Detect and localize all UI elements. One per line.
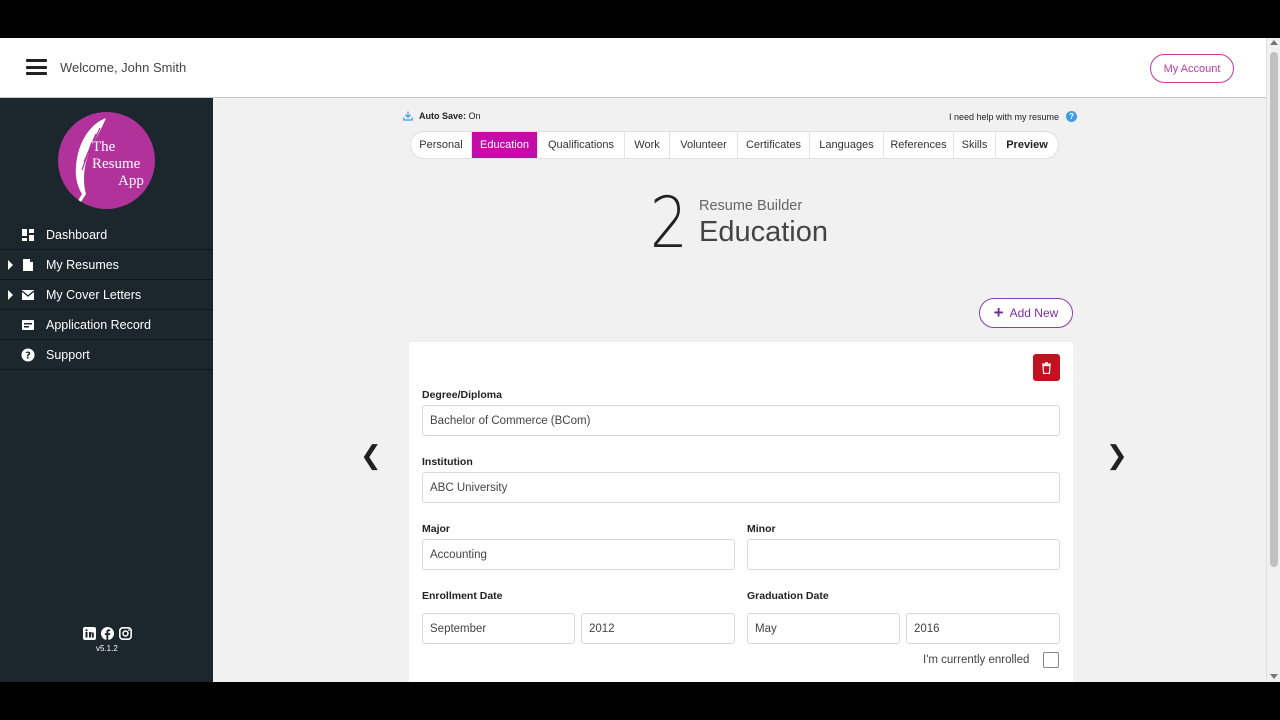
graduation-date-label: Graduation Date xyxy=(747,590,829,602)
add-new-button[interactable]: + Add New xyxy=(979,298,1073,328)
tab-volunteer[interactable]: Volunteer xyxy=(670,132,738,158)
tab-skills[interactable]: Skills xyxy=(954,132,996,158)
page-scrollbar[interactable] xyxy=(1266,38,1280,682)
linkedin-icon[interactable] xyxy=(83,627,96,640)
sidebar: The Resume App Dashboard My Resumes My C… xyxy=(0,98,213,682)
scroll-up-arrow-icon[interactable] xyxy=(1270,40,1278,45)
scroll-down-arrow-icon[interactable] xyxy=(1270,674,1278,679)
welcome-text: Welcome, John Smith xyxy=(60,60,187,75)
tab-certificates[interactable]: Certificates xyxy=(738,132,810,158)
tab-education[interactable]: Education xyxy=(472,132,538,158)
sidebar-item-application-record[interactable]: Application Record xyxy=(0,310,213,340)
plus-icon: + xyxy=(993,303,1004,322)
logo-wordmark: The Resume App xyxy=(92,139,144,189)
sidebar-nav: Dashboard My Resumes My Cover Letters Ap… xyxy=(0,220,213,370)
next-arrow-icon[interactable]: ❯ xyxy=(1106,440,1128,471)
header: Welcome, John Smith My Account xyxy=(0,38,1266,98)
sidebar-item-my-resumes[interactable]: My Resumes xyxy=(0,250,213,280)
autosave-status: Auto Save: On xyxy=(403,111,481,121)
sidebar-item-label: Application Record xyxy=(46,318,151,332)
major-input[interactable]: Accounting xyxy=(422,539,735,570)
enrollment-month-input[interactable]: September xyxy=(422,613,575,644)
sidebar-item-support[interactable]: ? Support xyxy=(0,340,213,370)
resume-app: Welcome, John Smith My Account The Resum… xyxy=(0,38,1280,682)
sidebar-item-dashboard[interactable]: Dashboard xyxy=(0,220,213,250)
delete-button[interactable] xyxy=(1033,354,1060,381)
page-title: Education xyxy=(699,216,828,248)
minor-input[interactable] xyxy=(747,539,1060,570)
document-icon xyxy=(23,259,33,271)
tab-personal[interactable]: Personal xyxy=(411,132,472,158)
facebook-icon[interactable] xyxy=(101,627,114,640)
autosave-label: Auto Save: xyxy=(419,111,467,121)
download-icon xyxy=(403,111,413,121)
help-link[interactable]: I need help with my resume ? xyxy=(949,111,1078,122)
social-links xyxy=(83,627,132,640)
degree-input[interactable]: Bachelor of Commerce (BCom) xyxy=(422,405,1060,436)
add-new-label: Add New xyxy=(1009,306,1059,320)
enrollment-year-input[interactable]: 2012 xyxy=(581,613,735,644)
step-number: 2 xyxy=(650,182,688,264)
my-account-button[interactable]: My Account xyxy=(1150,54,1234,83)
tab-references[interactable]: References xyxy=(884,132,954,158)
instagram-icon[interactable] xyxy=(119,627,132,640)
currently-enrolled-label: I'm currently enrolled xyxy=(923,654,1030,666)
sidebar-item-my-cover-letters[interactable]: My Cover Letters xyxy=(0,280,213,310)
sidebar-item-label: My Resumes xyxy=(46,258,119,272)
enrollment-date-label: Enrollment Date xyxy=(422,590,503,602)
envelope-icon xyxy=(21,290,35,300)
grid-icon xyxy=(22,229,34,241)
hamburger-menu-icon[interactable] xyxy=(26,59,47,75)
institution-label: Institution xyxy=(422,456,473,468)
caret-right-icon[interactable] xyxy=(8,290,13,300)
sidebar-item-label: My Cover Letters xyxy=(46,288,142,302)
question-icon: ? xyxy=(21,348,35,362)
tab-work[interactable]: Work xyxy=(625,132,670,158)
sidebar-item-label: Support xyxy=(46,348,90,362)
trash-icon xyxy=(1042,361,1051,374)
institution-input[interactable]: ABC University xyxy=(422,472,1060,503)
scroll-thumb[interactable] xyxy=(1270,52,1278,567)
sidebar-item-label: Dashboard xyxy=(46,228,108,242)
app-version: v5.1.2 xyxy=(96,644,118,653)
question-icon[interactable]: ? xyxy=(1066,111,1078,122)
svg-text:?: ? xyxy=(25,351,31,362)
resume-section-tabs: Personal Education Qualifications Work V… xyxy=(410,131,1059,159)
tab-qualifications[interactable]: Qualifications xyxy=(538,132,625,158)
step-subtitle: Resume Builder xyxy=(699,198,803,214)
graduation-year-input[interactable]: 2016 xyxy=(906,613,1060,644)
tab-languages[interactable]: Languages xyxy=(810,132,884,158)
card-icon xyxy=(22,320,34,330)
caret-right-icon[interactable] xyxy=(8,260,13,270)
help-text: I need help with my resume xyxy=(949,111,1060,122)
currently-enrolled-checkbox[interactable] xyxy=(1043,652,1059,668)
minor-label: Minor xyxy=(747,523,776,535)
screen-letterbox-bottom xyxy=(0,682,1280,720)
major-label: Major xyxy=(422,523,451,535)
degree-label: Degree/Diploma xyxy=(422,389,502,401)
previous-arrow-icon[interactable]: ❮ xyxy=(360,440,382,471)
screen-letterbox-top xyxy=(0,0,1280,38)
education-entry-card: Degree/Diploma Bachelor of Commerce (BCo… xyxy=(409,342,1073,682)
tab-preview[interactable]: Preview xyxy=(996,132,1058,158)
graduation-month-input[interactable]: May xyxy=(747,613,900,644)
resume-app-logo[interactable]: The Resume App xyxy=(58,112,155,209)
autosave-value: On xyxy=(468,111,481,121)
